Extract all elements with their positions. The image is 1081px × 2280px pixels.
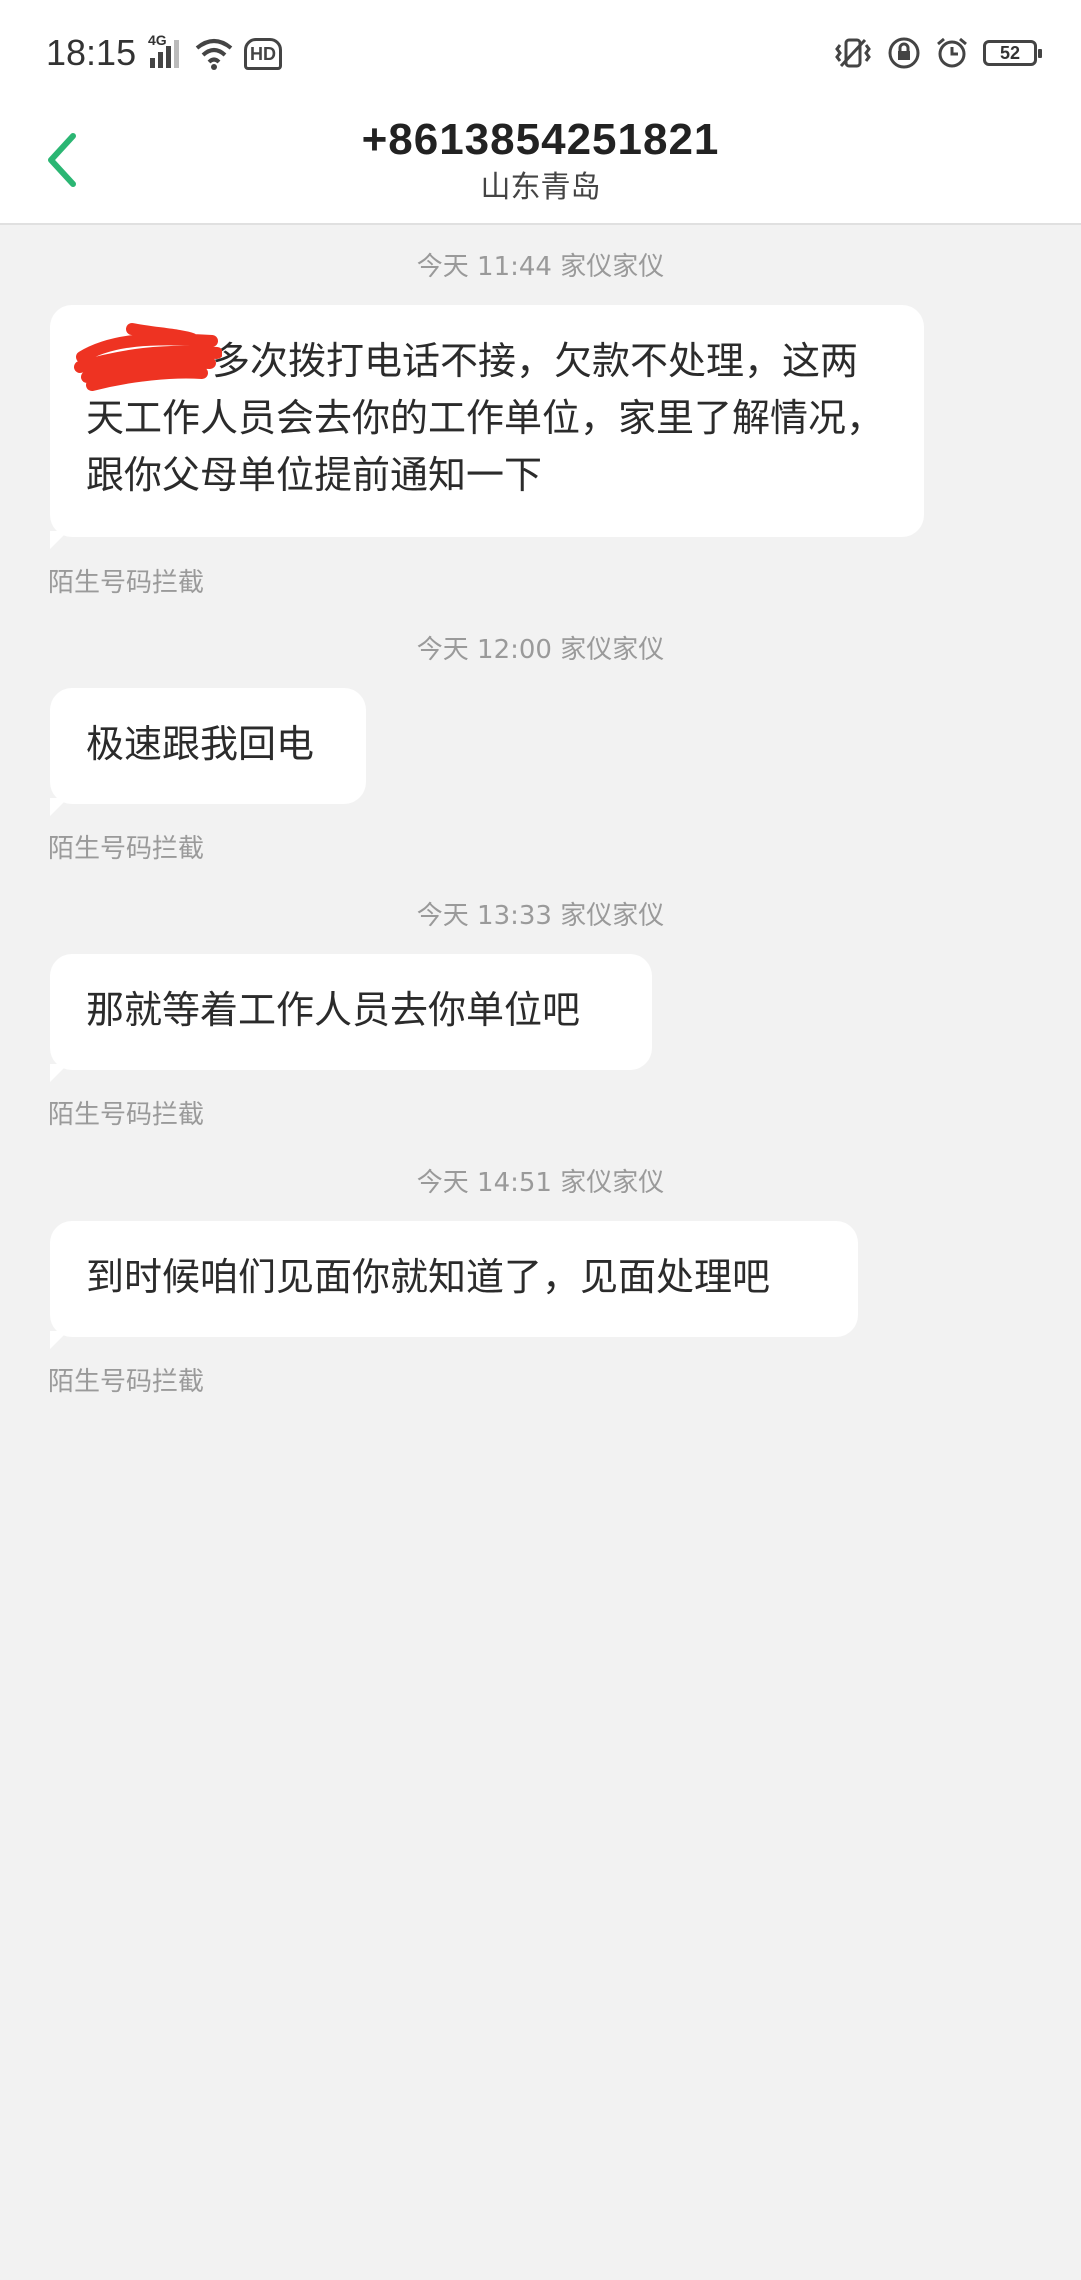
- contact-location: 山东青岛: [480, 170, 601, 205]
- message-text: 那就等着工作人员去你单位吧: [86, 988, 581, 1032]
- vibrate-icon: [833, 36, 873, 70]
- status-time: 18:15: [46, 32, 137, 73]
- blocked-label: 陌生号码拦截: [48, 568, 205, 598]
- message-timestamp: 今天 12:00 家仪家仪: [416, 635, 665, 665]
- battery-icon: 52: [983, 40, 1042, 66]
- contact-number: +8613854251821: [361, 115, 720, 164]
- redaction-scribble: [74, 323, 222, 391]
- message-timestamp: 今天 13:33 家仪家仪: [416, 901, 665, 931]
- message-timestamp: 今天 14:51 家仪家仪: [416, 1168, 665, 1198]
- message-bubble[interactable]: 到时候咱们见面你就知道了，见面处理吧: [50, 1221, 858, 1349]
- message-bubble[interactable]: 那就等着工作人员去你单位吧: [50, 954, 652, 1082]
- blocked-label: 陌生号码拦截: [48, 834, 205, 864]
- message-text: 极速跟我回电: [86, 722, 315, 766]
- message-bubble[interactable]: ，多次拨打电话不接，欠款不处理，这两天工作人员会去你的工作单位，家里了解情况，跟…: [50, 305, 924, 549]
- wifi-icon: [194, 36, 234, 72]
- battery-level: 52: [999, 42, 1021, 63]
- alarm-icon: [935, 36, 969, 70]
- status-right-icons: 52: [833, 36, 1042, 70]
- blocked-label: 陌生号码拦截: [48, 1367, 205, 1397]
- status-left-icons: 4G HD: [148, 32, 282, 72]
- conversation-header: +8613854251821 山东青岛: [0, 110, 1081, 225]
- cellular-signal-icon: 4G: [148, 32, 184, 72]
- rotation-lock-icon: [887, 36, 921, 70]
- blocked-label: 陌生号码拦截: [48, 1100, 205, 1130]
- message-timestamp: 今天 11:44 家仪家仪: [416, 252, 665, 282]
- status-bar: 18:15 4G HD 52: [0, 0, 1081, 110]
- message-text: 到时候咱们见面你就知道了，见面处理吧: [86, 1255, 771, 1299]
- message-bubble[interactable]: 极速跟我回电: [50, 688, 366, 816]
- hd-label: HD: [250, 43, 276, 64]
- hd-voice-icon: HD: [244, 38, 282, 70]
